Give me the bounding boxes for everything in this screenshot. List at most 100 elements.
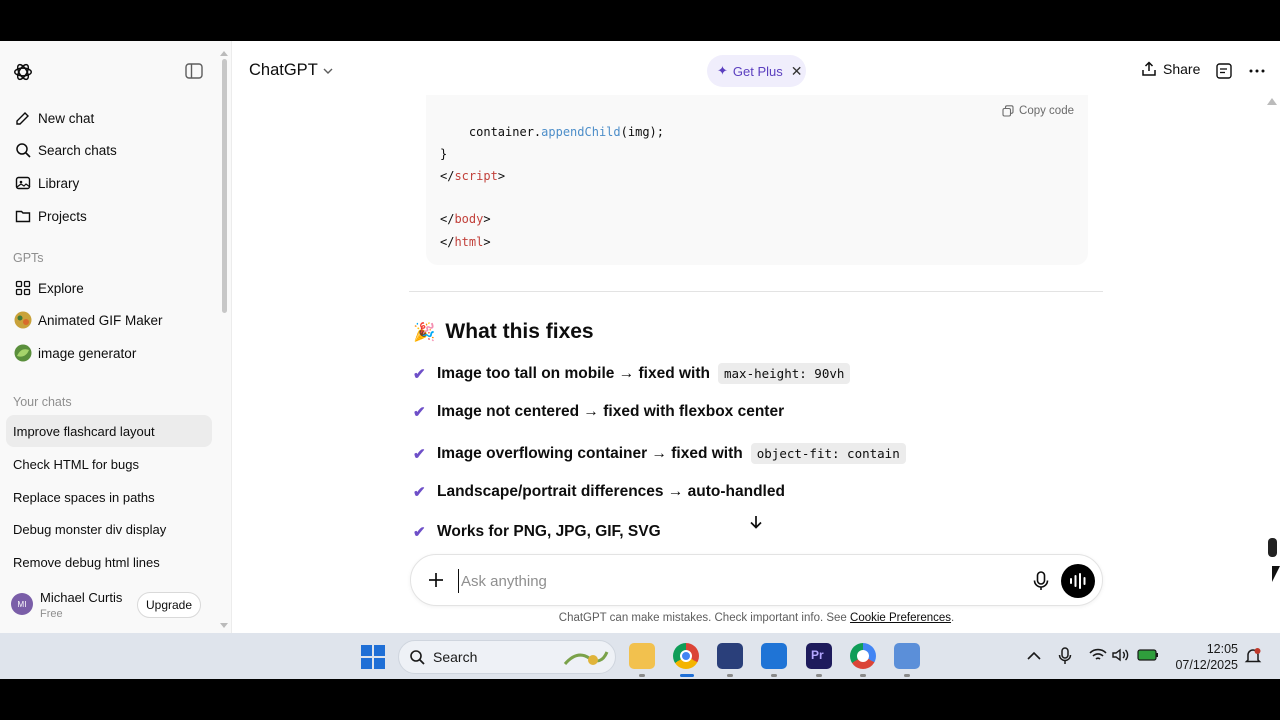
scroll-down-arrow-icon[interactable] (220, 623, 228, 628)
sidebar-toggle-icon[interactable] (185, 63, 203, 79)
copy-code-button[interactable]: Copy code (1002, 105, 1074, 117)
projects-label: Projects (38, 208, 87, 224)
clock-time: 12:05 (1206, 642, 1238, 656)
chat-item-label: Debug monster div display (13, 521, 167, 537)
model-selector[interactable]: ChatGPT (249, 61, 334, 80)
voice-mode-button[interactable] (1061, 564, 1095, 598)
prompt-input[interactable] (458, 569, 1018, 593)
chatgpt-app: New chat Search chats Library Projects G… (0, 41, 1280, 633)
chat-item-label: Improve flashcard layout (13, 423, 155, 439)
share-button[interactable]: Share (1141, 61, 1200, 77)
snipping-tool-icon[interactable] (894, 643, 920, 669)
search-icon (14, 141, 32, 159)
code-token: </ (440, 235, 455, 249)
search-chats-label: Search chats (38, 142, 117, 158)
chat-item[interactable]: Replace spaces in paths (6, 481, 212, 513)
more-options-icon[interactable] (1248, 62, 1266, 80)
search-icon (410, 650, 425, 665)
search-highlight-icon (563, 651, 609, 666)
cookie-preferences-link[interactable]: Cookie Preferences (850, 612, 951, 624)
image-generator-avatar-icon (14, 344, 32, 362)
check-icon: ✔ (413, 524, 426, 541)
chat-item[interactable]: Debug monster div display (6, 513, 212, 545)
plus-icon[interactable] (427, 571, 445, 589)
disclaimer-end: . (951, 612, 955, 624)
chat-item[interactable]: Improve flashcard layout (6, 415, 212, 447)
code-token-tag: html (454, 235, 484, 249)
editor-app-icon[interactable] (717, 643, 743, 669)
chrome-icon[interactable] (673, 643, 699, 669)
section-divider (409, 291, 1103, 292)
taskbar-clock[interactable]: 12:05 07/12/2025 (1170, 641, 1238, 673)
volume-icon[interactable] (1112, 648, 1130, 662)
sidebar-scroll-thumb[interactable] (222, 59, 227, 313)
code-token: (img); (620, 125, 664, 139)
code-line: </script> (440, 169, 505, 183)
code-token: > (483, 235, 491, 249)
list-item-text: Image not centered → fixed with flexbox … (437, 403, 785, 420)
code-token: } (440, 147, 448, 161)
list-item-text: Landscape/portrait differences → auto-ha… (437, 483, 785, 500)
premiere-pro-icon[interactable]: Pr (806, 643, 832, 669)
inline-code: max-height: 90vh (718, 363, 851, 384)
sidebar: New chat Search chats Library Projects G… (0, 41, 232, 633)
screen-bottom-letterbox (0, 679, 1280, 720)
code-token-fn: appendChild (541, 125, 621, 139)
microphone-icon[interactable] (1058, 647, 1072, 665)
chrome-profile-icon[interactable] (850, 643, 876, 669)
get-plus-button[interactable]: ✦ Get Plus ✕ (707, 55, 806, 87)
notepad-icon[interactable] (761, 643, 787, 669)
openai-logo-icon[interactable] (12, 61, 34, 83)
app-running-indicator (904, 674, 910, 677)
file-explorer-icon[interactable] (629, 643, 655, 669)
new-chat-button[interactable]: New chat (6, 102, 212, 134)
notification-bell-icon[interactable] (1244, 647, 1262, 665)
app-running-indicator (727, 674, 733, 677)
arrow-down-icon (750, 516, 762, 529)
wifi-icon[interactable] (1089, 648, 1107, 662)
folder-icon (14, 207, 32, 225)
sidebar-scrollbar[interactable] (219, 51, 229, 631)
user-account-row[interactable]: MI Michael Curtis Free Upgrade (0, 577, 222, 633)
library-button[interactable]: Library (6, 167, 212, 199)
windows-taskbar: Search Pr 12:05 07/12/2025 (0, 633, 1280, 679)
main-scroll-up-arrow-icon[interactable] (1267, 98, 1277, 105)
screen-top-letterbox (0, 0, 1280, 41)
gpt-image-generator[interactable]: image generator (6, 337, 212, 369)
taskbar-search[interactable]: Search (398, 640, 616, 674)
chevron-up-icon[interactable] (1027, 651, 1041, 661)
battery-charging-icon[interactable] (1137, 649, 1159, 661)
new-chat-label: New chat (38, 110, 95, 126)
search-chats-button[interactable]: Search chats (6, 134, 212, 166)
code-token: container. (468, 125, 542, 139)
taskbar-search-label: Search (433, 649, 478, 665)
upgrade-button[interactable]: Upgrade (137, 592, 201, 618)
gif-maker-avatar-icon (14, 311, 32, 329)
explore-gpts-button[interactable]: Explore (6, 272, 212, 304)
scroll-up-arrow-icon[interactable] (220, 51, 228, 56)
voice-waveform-icon (1070, 573, 1086, 589)
list-item-text: Image too tall on mobile → fixed with (437, 364, 710, 382)
code-token: > (497, 169, 506, 183)
code-token-tag: script (454, 169, 498, 183)
main-scroll-thumb[interactable] (1268, 538, 1277, 557)
projects-button[interactable]: Projects (6, 200, 212, 232)
library-icon (14, 174, 32, 192)
list-item-text: Works for PNG, JPG, GIF, SVG (437, 523, 661, 540)
scroll-to-bottom-button[interactable] (740, 506, 772, 538)
list-item: ✔ Works for PNG, JPG, GIF, SVG (413, 523, 661, 541)
composer (410, 554, 1103, 606)
check-icon: ✔ (413, 445, 426, 463)
chat-item[interactable]: Check HTML for bugs (6, 448, 212, 480)
answer-heading-text: What this fixes (445, 320, 594, 343)
canvas-notes-icon[interactable] (1215, 62, 1233, 80)
code-token: </ (440, 169, 455, 183)
microphone-icon[interactable] (1031, 570, 1051, 592)
grid-icon (14, 279, 32, 297)
close-icon[interactable]: ✕ (791, 63, 803, 80)
chevron-down-icon (323, 68, 333, 74)
windows-start-icon[interactable] (361, 645, 385, 669)
gpt-animated-gif-maker[interactable]: Animated GIF Maker (6, 304, 212, 336)
chat-item[interactable]: Remove debug html lines (6, 546, 212, 578)
